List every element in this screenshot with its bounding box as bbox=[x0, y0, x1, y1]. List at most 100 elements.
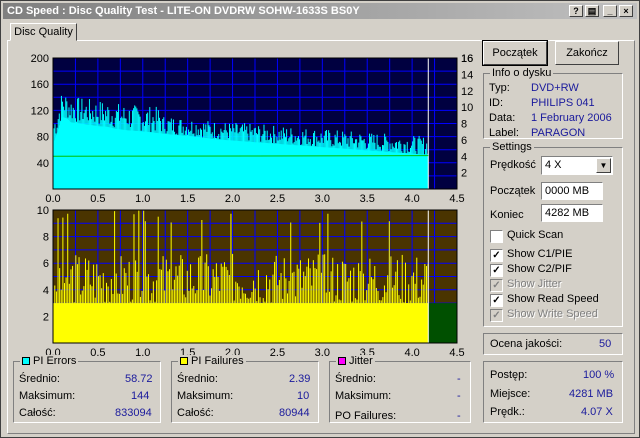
pi-failures-x-tick-label: 2.5 bbox=[270, 347, 285, 358]
location-value: 4281 MB bbox=[569, 388, 614, 400]
jitter-title: Jitter bbox=[336, 355, 375, 367]
read-speed-y-tick-label: 14 bbox=[461, 69, 473, 81]
pi-errors-max-label: Maksimum: bbox=[19, 390, 76, 402]
pi-failures-y-tick-label: 2 bbox=[43, 311, 49, 323]
pi-failures-swatch-icon bbox=[180, 357, 188, 365]
show-c1-checkbox[interactable]: ✓ bbox=[490, 249, 503, 262]
pi-errors-y-tick-label: 80 bbox=[37, 132, 49, 144]
jitter-title-text: Jitter bbox=[349, 355, 373, 367]
disc-label-label: Label: bbox=[489, 127, 519, 139]
disc-label-value: PARAGON bbox=[531, 127, 586, 139]
disc-type-value: DVD+RW bbox=[531, 82, 579, 94]
show-c2-label: Show C2/PIF bbox=[507, 263, 572, 275]
pi-failures-y-tick-label: 6 bbox=[43, 258, 49, 270]
pi-errors-x-tick-label: 2.5 bbox=[270, 193, 285, 205]
end-input[interactable]: 4282 MB bbox=[541, 204, 603, 222]
pi-errors-total-value: 833094 bbox=[115, 407, 152, 419]
current-speed-value: 4.07 X bbox=[581, 406, 613, 418]
unscanned-region bbox=[428, 303, 457, 343]
pi-errors-avg-label: Średnio: bbox=[19, 373, 60, 385]
show-write-speed-label: Show Write Speed bbox=[507, 308, 598, 320]
po-failures-value: - bbox=[457, 410, 461, 422]
copy-icon[interactable]: ▤ bbox=[585, 5, 599, 17]
pi-errors-avg-value: 58.72 bbox=[125, 373, 153, 385]
help-icon[interactable]: ? bbox=[569, 5, 583, 17]
pi-failures-title: PI Failures bbox=[178, 355, 246, 367]
jitter-avg-label: Średnio: bbox=[335, 373, 376, 385]
speed-select[interactable]: 4 X ▼ bbox=[541, 156, 613, 175]
pi-errors-y-tick-label: 160 bbox=[31, 79, 49, 91]
pi-errors-x-tick-label: 4.5 bbox=[449, 193, 464, 205]
read-speed-y-tick-label: 12 bbox=[461, 86, 473, 98]
start-label: Początek bbox=[490, 185, 536, 197]
pi-failures-title-text: PI Failures bbox=[191, 355, 244, 367]
pi-errors-title-text: PI Errors bbox=[33, 355, 77, 367]
jitter-max-value: - bbox=[457, 390, 461, 402]
pi-errors-y-tick-label: 40 bbox=[37, 158, 49, 170]
show-read-speed-label: Show Read Speed bbox=[507, 293, 599, 305]
pi-errors-title: PI Errors bbox=[20, 355, 79, 367]
pi-errors-y-tick-label: 200 bbox=[31, 53, 49, 65]
pi-failures-total-label: Całość: bbox=[177, 407, 214, 419]
disc-id-label: ID: bbox=[489, 97, 504, 109]
pi-failures-total-value: 80944 bbox=[279, 407, 310, 419]
pi-failures-max-label: Maksimum: bbox=[177, 390, 234, 402]
disc-date-label: Data: bbox=[489, 112, 516, 124]
speed-label: Prędkość bbox=[490, 159, 536, 171]
pi-errors-swatch-icon bbox=[22, 357, 30, 365]
read-speed-y-tick-label: 6 bbox=[461, 135, 467, 147]
application-window: CD Speed : Disc Quality Test - LITE-ON D… bbox=[0, 0, 640, 438]
pi-failures-avg-value: 2.39 bbox=[289, 373, 311, 385]
minimize-icon[interactable]: _ bbox=[603, 5, 617, 17]
window-title: CD Speed : Disc Quality Test - LITE-ON D… bbox=[7, 5, 360, 17]
start-input[interactable]: 0000 MB bbox=[541, 182, 603, 200]
chevron-down-icon[interactable]: ▼ bbox=[596, 158, 611, 173]
disc-type-label: Typ: bbox=[489, 82, 510, 94]
speed-select-value: 4 X bbox=[545, 159, 562, 171]
end-label: Koniec bbox=[490, 209, 524, 221]
disc-info-title: Info o dysku bbox=[490, 67, 554, 79]
pi-errors-x-tick-label: 0.5 bbox=[90, 193, 105, 205]
current-speed-label: Prędk.: bbox=[490, 406, 525, 418]
disc-date-value: 1 February 2006 bbox=[531, 112, 612, 124]
pi-failures-y-tick-label: 8 bbox=[43, 232, 49, 244]
quick-scan-checkbox[interactable] bbox=[490, 230, 503, 243]
show-jitter-checkbox: ✓ bbox=[490, 279, 503, 292]
po-failures-label: PO Failures: bbox=[335, 410, 397, 422]
pi-failures-x-tick-label: 4.5 bbox=[449, 347, 464, 358]
title-bar: CD Speed : Disc Quality Test - LITE-ON D… bbox=[3, 3, 637, 19]
show-c1-label: Show C1/PIE bbox=[507, 248, 573, 260]
jitter-swatch-icon bbox=[338, 357, 346, 365]
quick-scan-label: Quick Scan bbox=[507, 229, 564, 241]
show-read-speed-checkbox[interactable]: ✓ bbox=[490, 294, 503, 307]
pi-failures-x-tick-label: 0.5 bbox=[90, 347, 105, 358]
quality-score-label: Ocena jakości: bbox=[490, 338, 563, 350]
pi-errors-x-tick-label: 3.0 bbox=[315, 193, 330, 205]
pi-errors-total-label: Całość: bbox=[19, 407, 56, 419]
progress-value: 100 % bbox=[583, 369, 615, 381]
pi-failures-avg-label: Średnio: bbox=[177, 373, 218, 385]
read-speed-y-tick-label: 8 bbox=[461, 119, 467, 131]
pi-errors-max-value: 144 bbox=[131, 390, 150, 402]
start-button[interactable]: Początek bbox=[482, 40, 548, 66]
close-button[interactable]: Zakończ bbox=[555, 41, 619, 65]
quality-score-value: 50 bbox=[599, 338, 612, 350]
read-speed-line bbox=[52, 155, 429, 157]
pi-errors-x-tick-label: 4.0 bbox=[404, 193, 419, 205]
show-c2-checkbox[interactable]: ✓ bbox=[490, 264, 503, 277]
location-label: Miejsce: bbox=[490, 388, 531, 400]
pi-errors-x-tick-label: 0.0 bbox=[45, 193, 60, 205]
settings-title: Settings bbox=[490, 141, 534, 153]
tab-disc-quality[interactable]: Disc Quality bbox=[10, 23, 77, 41]
pi-errors-x-tick-label: 1.5 bbox=[180, 193, 195, 205]
read-speed-y-tick-label: 4 bbox=[461, 151, 467, 163]
pi-failures-x-tick-label: 3.0 bbox=[315, 347, 330, 358]
close-icon[interactable]: × bbox=[619, 5, 633, 17]
read-speed-y-tick-label: 2 bbox=[461, 168, 467, 180]
pi-errors-x-tick-label: 1.0 bbox=[135, 193, 150, 205]
pi-failures-x-tick-label: 4.0 bbox=[404, 347, 419, 358]
pi-failures-y-tick-label: 4 bbox=[43, 285, 49, 297]
pi-failures-x-tick-label: 1.0 bbox=[135, 347, 150, 358]
jitter-avg-value: - bbox=[457, 373, 461, 385]
pi-failures-y-tick-label: 10 bbox=[37, 205, 49, 217]
